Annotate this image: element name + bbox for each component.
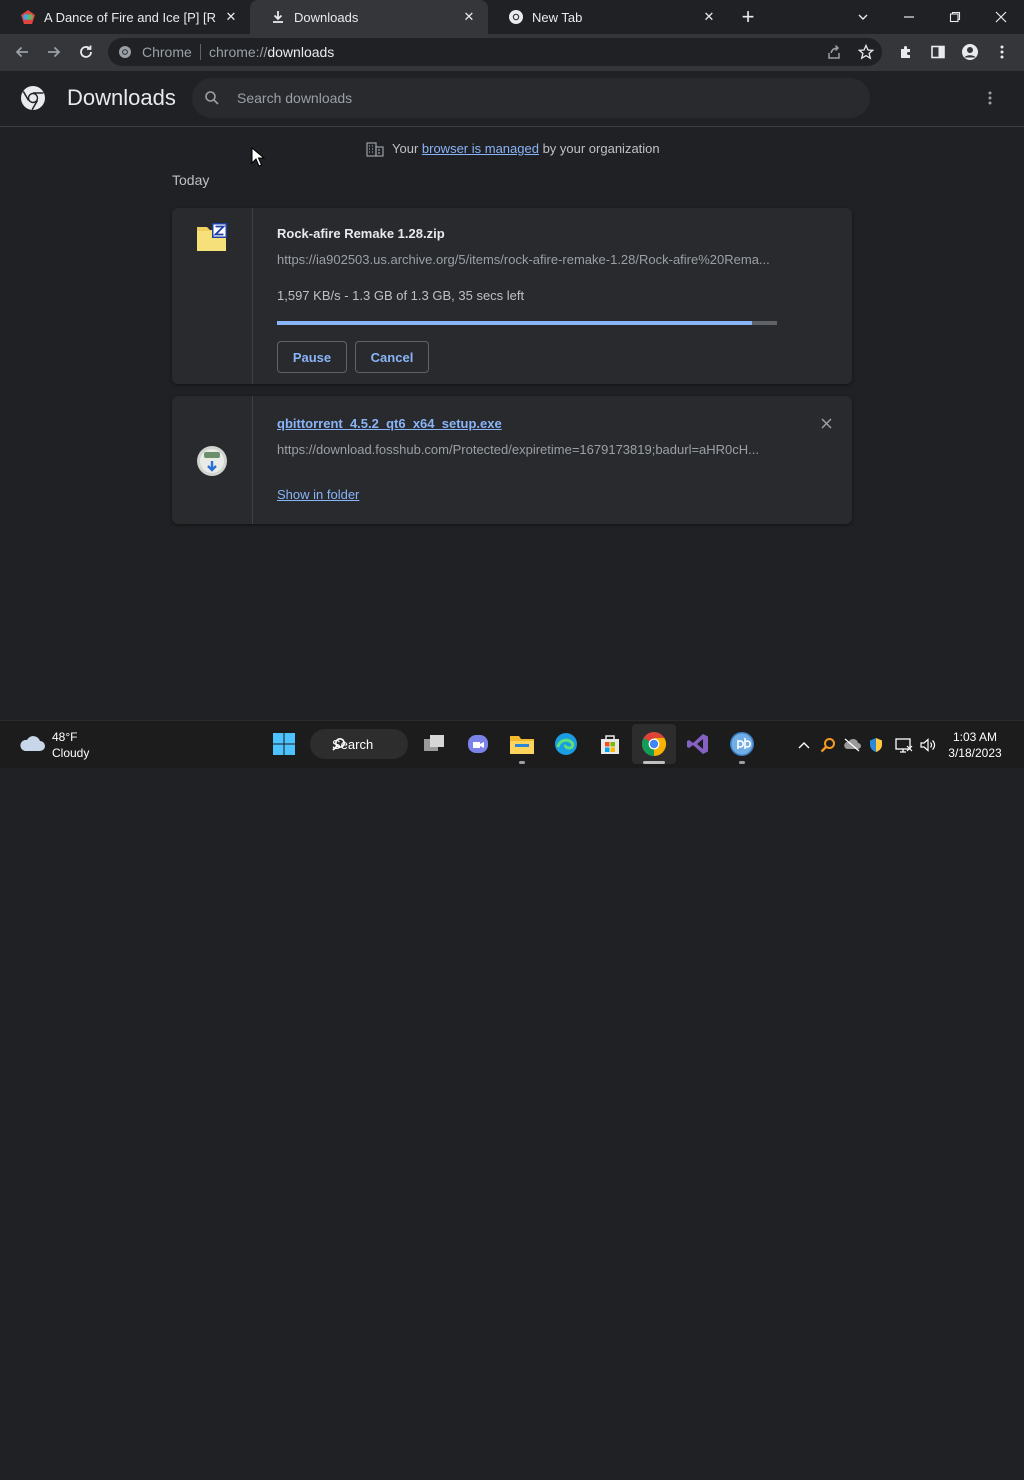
card-divider (252, 396, 253, 524)
tab-dance-of-fire[interactable]: A Dance of Fire and Ice [P] [RUS ✕ (0, 0, 250, 34)
tab-title: A Dance of Fire and Ice [P] [RUS (44, 9, 216, 25)
date-section-label: Today (172, 172, 210, 188)
new-tab-button[interactable]: + (736, 4, 760, 29)
network-icon[interactable] (895, 736, 913, 754)
page-title: Downloads (67, 85, 176, 110)
search-input-placeholder[interactable]: Search downloads (237, 90, 352, 106)
back-button[interactable] (8, 38, 36, 66)
reload-button[interactable] (72, 38, 100, 66)
tab-new-tab[interactable]: New Tab ✕ (488, 0, 728, 34)
download-progress-bar (277, 321, 777, 325)
chrome-icon (508, 9, 524, 25)
card-divider (252, 208, 253, 384)
magnifier-tray-icon[interactable] (819, 736, 837, 754)
close-icon[interactable]: ✕ (460, 8, 478, 26)
close-icon[interactable]: ✕ (222, 8, 240, 26)
remove-from-list-icon[interactable] (816, 413, 836, 433)
task-view-icon[interactable] (420, 730, 448, 758)
onedrive-offline-icon[interactable] (843, 736, 861, 754)
search-icon (332, 737, 346, 751)
pause-button[interactable]: Pause (277, 341, 347, 373)
weather-temperature[interactable]: 48°F (52, 730, 77, 744)
share-icon[interactable] (820, 38, 848, 66)
cloud-weather-icon[interactable] (18, 733, 46, 755)
forward-button[interactable] (40, 38, 68, 66)
profile-avatar-icon[interactable] (956, 38, 984, 66)
download-item (172, 396, 852, 524)
qbittorrent-installer-icon (196, 445, 228, 477)
download-progress-fill (277, 321, 752, 325)
omnibox-scheme-label: Chrome (142, 44, 192, 60)
show-hidden-icons-chevron-icon[interactable] (795, 736, 813, 754)
omnibox-url[interactable]: chrome://downloads (209, 44, 334, 60)
qbittorrent-taskbar-icon[interactable] (728, 730, 756, 758)
omnibox-divider (200, 44, 201, 60)
show-in-folder-link[interactable]: Show in folder (277, 487, 359, 502)
active-indicator (643, 761, 665, 764)
cancel-button[interactable]: Cancel (355, 341, 429, 373)
download-status: 1,597 KB/s - 1.3 GB of 1.3 GB, 35 secs l… (277, 288, 525, 303)
bookmark-star-icon[interactable] (852, 38, 880, 66)
volume-icon[interactable] (919, 736, 937, 754)
managed-browser-notice: Your browser is managed by your organiza… (392, 141, 660, 156)
adofai-favicon-icon (20, 9, 36, 25)
file-name-link[interactable]: qbittorrent_4.5.2_qt6_x64_setup.exe (277, 416, 502, 431)
chrome-taskbar-icon[interactable] (640, 730, 668, 758)
clock-date[interactable]: 3/18/2023 (940, 746, 1010, 760)
file-source-url: https://ia902503.us.archive.org/5/items/… (277, 252, 770, 267)
tab-title: Downloads (294, 9, 359, 25)
close-window-button[interactable] (978, 0, 1024, 34)
close-icon[interactable]: ✕ (700, 8, 718, 26)
extensions-icon[interactable] (892, 38, 920, 66)
file-explorer-icon[interactable] (508, 730, 536, 758)
taskbar-search-button[interactable]: Search (310, 729, 408, 759)
visual-studio-icon[interactable] (684, 730, 712, 758)
clock-time[interactable]: 1:03 AM (940, 730, 1010, 744)
more-actions-icon[interactable] (982, 88, 998, 108)
chrome-icon (118, 45, 132, 59)
security-shield-icon[interactable] (867, 736, 885, 754)
tab-search-icon[interactable] (840, 0, 886, 34)
menu-kebab-icon[interactable] (988, 38, 1016, 66)
running-indicator (739, 761, 745, 764)
running-indicator (519, 761, 525, 764)
chrome-logo-icon (20, 85, 46, 111)
restore-button[interactable] (932, 0, 978, 34)
weather-description[interactable]: Cloudy (52, 746, 89, 760)
teams-chat-icon[interactable] (464, 730, 492, 758)
minimize-button[interactable] (886, 0, 932, 34)
file-name: Rock-afire Remake 1.28.zip (277, 226, 445, 241)
download-icon (270, 9, 286, 25)
enterprise-building-icon (366, 141, 384, 157)
microsoft-store-icon[interactable] (596, 730, 624, 758)
zip-file-icon (196, 222, 228, 252)
file-source-url: https://download.fosshub.com/Protected/e… (277, 442, 760, 457)
tab-downloads[interactable]: Downloads ✕ (250, 0, 488, 34)
side-panel-icon[interactable] (924, 38, 952, 66)
windows-start-icon[interactable] (270, 730, 298, 758)
tab-title: New Tab (532, 9, 583, 25)
edge-browser-icon[interactable] (552, 730, 580, 758)
search-icon (204, 90, 220, 106)
mouse-cursor-icon (251, 146, 266, 167)
browser-managed-link[interactable]: browser is managed (422, 141, 539, 156)
